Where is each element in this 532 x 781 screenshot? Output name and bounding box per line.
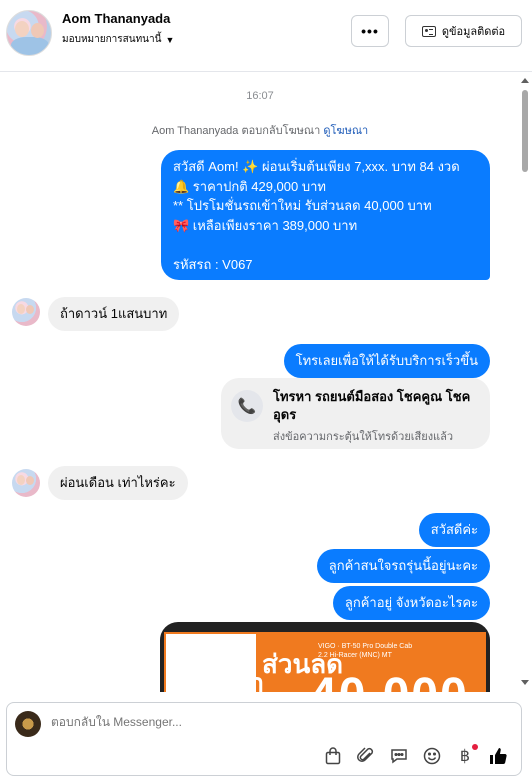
more-options-button[interactable]: ••• [351, 15, 389, 47]
shopping-bag-icon[interactable] [322, 745, 344, 767]
outgoing-message: สวัสดีค่ะ [418, 513, 490, 547]
caret-down-icon: ▼ [165, 34, 175, 45]
call-request-card[interactable]: 📞 โทรหา รถยนต์มือสอง โชคคูณ โชค อุดร ส่ง… [221, 378, 490, 449]
view-contact-label: ดูข้อมูลติดต่อ [441, 26, 506, 38]
thumbs-up-icon[interactable] [487, 745, 509, 767]
outgoing-message: ลูกค้าอยู่ จังหวัดอะไรคะ [332, 586, 490, 620]
call-card-subtitle: ส่งข้อความกระตุ้นให้โทรด้วยเสียงแล้ว [273, 431, 454, 443]
ad-reply-notice: Aom Thananyada ตอบกลับโฆษณา ดูโฆษณา [0, 121, 520, 139]
contact-card-icon [421, 25, 436, 37]
page-avatar [15, 711, 41, 737]
contact-avatar-small[interactable] [12, 469, 40, 497]
message-composer: ฿ [6, 702, 522, 776]
contact-name[interactable]: Aom Thananyada [62, 11, 170, 26]
scroll-up-arrow[interactable] [521, 78, 529, 83]
contact-avatar[interactable] [6, 10, 52, 56]
ad-reply-text: Aom Thananyada ตอบกลับโฆษณา [151, 125, 321, 137]
emoji-icon[interactable] [421, 745, 443, 767]
incoming-message: ถ้าดาวน์ 1แสนบาท [48, 297, 180, 331]
baht-payment-icon[interactable]: ฿ [454, 744, 478, 767]
phone-icon: 📞 [231, 390, 263, 422]
message-thread[interactable]: 16:07 Aom Thananyada ตอบกลับโฆษณา ดูโฆษณ… [0, 72, 532, 692]
reply-input[interactable] [51, 715, 351, 729]
view-contact-button[interactable]: ดูข้อมูลติดต่อ [405, 15, 522, 47]
contact-avatar-small[interactable] [12, 298, 40, 326]
scroll-thumb[interactable] [522, 90, 528, 172]
saved-replies-icon[interactable] [388, 745, 410, 767]
assign-label: มอบหมายการสนทนานี้ [62, 34, 162, 45]
call-card-title: โทรหา รถยนต์มือสอง โชคคูณ โชค อุดร [273, 389, 471, 422]
shared-image[interactable]: รถ เข้า ส่วนลด VIGO · BT-50 Pro Double C… [160, 622, 490, 692]
outgoing-message: ลูกค้าสนใจรถรุ่นนี้อยู่นะคะ [316, 549, 490, 583]
banner-text: VIGO · BT-50 Pro Double Cab 2.2 Hi-Racer… [318, 643, 413, 659]
outgoing-message: โทรเลยเพื่อให้ได้รับบริการเร็วขึ้น [283, 344, 490, 378]
composer-toolbar: ฿ [322, 744, 509, 767]
banner-text: รถ เข้า [223, 642, 265, 692]
view-ad-link[interactable]: ดูโฆษณา [323, 125, 368, 137]
scroll-down-arrow[interactable] [521, 680, 529, 685]
timestamp: 16:07 [246, 90, 274, 102]
banner-text: 40,000 [310, 668, 469, 692]
incoming-message: ผ่อนเดือน เท่าไหร่คะ [48, 466, 188, 500]
outgoing-message-promo: สวัสดี Aom! ✨ ผ่อนเริ่มต้นเพียง 7,xxx. บ… [161, 150, 490, 280]
scrollbar[interactable] [519, 72, 532, 692]
conversation-header: Aom Thananyada มอบหมายการสนทนานี้ ▼ ••• … [0, 0, 532, 72]
notification-dot [472, 744, 478, 750]
paperclip-icon[interactable] [355, 745, 377, 767]
assign-conversation-dropdown[interactable]: มอบหมายการสนทนานี้ ▼ [62, 32, 174, 47]
